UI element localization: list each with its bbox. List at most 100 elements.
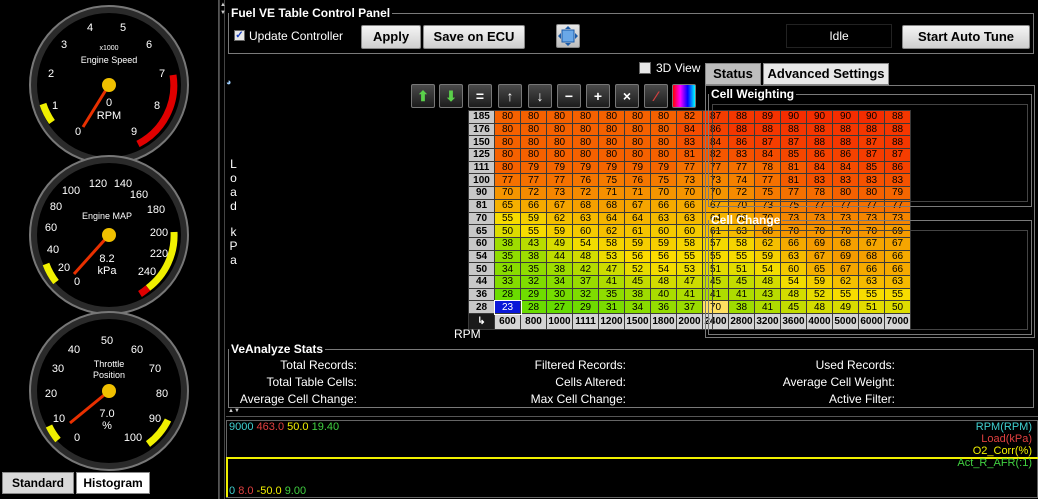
ve-cell[interactable]: 28 (520, 300, 547, 314)
ve-cell[interactable]: 80 (598, 110, 625, 124)
ve-cell[interactable]: 52 (624, 262, 651, 276)
rpm-bin-cell[interactable]: 1200 (598, 313, 625, 330)
apply-button[interactable]: Apply (361, 25, 421, 49)
vertical-splitter[interactable]: ▲ ▼ (219, 0, 226, 499)
ve-cell[interactable]: 28 (494, 287, 521, 302)
ve-cell[interactable]: 79 (520, 160, 547, 175)
rpm-bin-cell[interactable]: 1500 (624, 313, 651, 330)
ve-cell[interactable]: 80 (494, 160, 521, 175)
graph-splitter[interactable]: ▲▼ (226, 408, 1038, 417)
ve-cell[interactable]: 32 (572, 287, 599, 302)
ve-cell[interactable]: 80 (494, 148, 521, 162)
ve-cell[interactable]: 79 (572, 160, 599, 175)
ve-cell[interactable]: 36 (650, 300, 677, 314)
ve-cell[interactable]: 60 (676, 224, 703, 238)
ve-cell[interactable]: 71 (624, 186, 651, 200)
ve-cell[interactable]: 72 (520, 186, 547, 200)
ve-cell[interactable]: 80 (494, 110, 521, 124)
rpm-bin-cell[interactable]: 600 (494, 313, 521, 330)
start-auto-tune-button[interactable]: Start Auto Tune (902, 25, 1030, 49)
rpm-bin-cell[interactable]: 1800 (650, 313, 677, 330)
ve-cell[interactable]: 47 (598, 262, 625, 276)
load-bin-cell[interactable]: 90 (468, 186, 495, 200)
ve-cell[interactable]: 80 (494, 122, 521, 137)
ve-cell[interactable]: 38 (494, 236, 521, 251)
3d-view-checkbox[interactable] (639, 62, 651, 74)
ve-cell[interactable]: 34 (546, 274, 573, 289)
ve-cell[interactable]: 66 (520, 198, 547, 213)
ve-cell[interactable]: 80 (650, 110, 677, 124)
ve-cell[interactable]: 41 (598, 274, 625, 289)
tab-histogram[interactable]: Histogram (76, 472, 150, 494)
ve-cell[interactable]: 79 (598, 160, 625, 175)
ve-cell[interactable]: 70 (676, 186, 703, 200)
ve-cell[interactable]: 38 (520, 249, 547, 264)
ve-cell[interactable]: 42 (572, 262, 599, 276)
ve-cell[interactable]: 37 (676, 300, 703, 314)
ve-cell[interactable]: 79 (624, 160, 651, 175)
ve-cell[interactable]: 80 (598, 148, 625, 162)
load-bin-cell[interactable]: 60 (468, 236, 495, 251)
rpm-bin-cell[interactable]: 1111 (572, 313, 599, 330)
ve-cell[interactable]: 80 (546, 135, 573, 150)
load-bin-cell[interactable]: 54 (468, 249, 495, 264)
ve-cell[interactable]: 58 (676, 236, 703, 251)
ve-cell[interactable]: 55 (520, 224, 547, 238)
ve-cell[interactable]: 62 (546, 211, 573, 226)
ve-cell[interactable]: 31 (598, 300, 625, 314)
ve-cell[interactable]: 56 (624, 249, 651, 264)
load-bin-cell[interactable]: 150 (468, 135, 495, 150)
ve-cell[interactable]: 80 (598, 135, 625, 150)
ve-cell[interactable]: 80 (624, 110, 651, 124)
ve-cell[interactable]: 65 (494, 198, 521, 213)
ve-cell[interactable]: 80 (572, 122, 599, 137)
ve-cell[interactable]: 73 (676, 173, 703, 188)
ve-cell[interactable]: 80 (624, 148, 651, 162)
multiply-button[interactable]: × (615, 84, 639, 108)
ve-cell[interactable]: 37 (572, 274, 599, 289)
load-bin-cell[interactable]: 81 (468, 198, 495, 213)
ve-cell[interactable]: 71 (598, 186, 625, 200)
tab-standard[interactable]: Standard (2, 472, 74, 494)
load-bin-cell[interactable]: 125 (468, 148, 495, 162)
ve-cell[interactable]: 72 (572, 186, 599, 200)
datalog-graph[interactable]: ▲▼ 9000 463.0 50.0 19.40 0 8.0 -50.0 9.0… (226, 408, 1038, 499)
ve-cell[interactable]: 62 (598, 224, 625, 238)
ve-cell[interactable]: 77 (546, 173, 573, 188)
ve-cell[interactable]: 80 (520, 148, 547, 162)
ve-cell[interactable]: 66 (676, 198, 703, 213)
ve-cell[interactable]: 82 (676, 110, 703, 124)
ve-cell[interactable]: 80 (650, 122, 677, 137)
load-bin-cell[interactable]: 70 (468, 211, 495, 226)
ve-cell[interactable]: 80 (520, 110, 547, 124)
ve-cell[interactable]: 33 (494, 274, 521, 289)
ve-cell[interactable]: 77 (520, 173, 547, 188)
load-bin-cell[interactable]: 28 (468, 300, 495, 314)
ve-cell[interactable]: 60 (650, 224, 677, 238)
ve-cell[interactable]: 67 (546, 198, 573, 213)
ve-cell[interactable]: 44 (546, 249, 573, 264)
ve-cell[interactable]: 80 (624, 135, 651, 150)
decrease-green-button[interactable]: ⬇ (439, 84, 463, 108)
load-bin-cell[interactable]: 176 (468, 122, 495, 137)
ve-cell[interactable]: 77 (676, 160, 703, 175)
ve-cell[interactable]: 80 (494, 135, 521, 150)
ve-cell[interactable]: 80 (624, 122, 651, 137)
ve-cell[interactable]: 48 (650, 274, 677, 289)
ve-cell[interactable]: 40 (650, 287, 677, 302)
load-bin-cell[interactable]: 111 (468, 160, 495, 175)
ve-cell[interactable]: 63 (650, 211, 677, 226)
ve-cell[interactable]: 64 (598, 211, 625, 226)
ve-cell[interactable]: 34 (624, 300, 651, 314)
ve-cell[interactable]: 79 (650, 160, 677, 175)
ve-cell[interactable]: 77 (494, 173, 521, 188)
ve-cell[interactable]: 66 (650, 198, 677, 213)
ve-cell[interactable]: 76 (624, 173, 651, 188)
ve-cell[interactable]: 53 (598, 249, 625, 264)
increment-button[interactable]: ↑ (498, 84, 522, 108)
ve-cell[interactable]: 35 (520, 262, 547, 276)
ve-cell[interactable]: 80 (572, 110, 599, 124)
ve-cell[interactable]: 61 (624, 224, 651, 238)
ve-cell[interactable]: 30 (546, 287, 573, 302)
ve-cell[interactable]: 47 (676, 274, 703, 289)
